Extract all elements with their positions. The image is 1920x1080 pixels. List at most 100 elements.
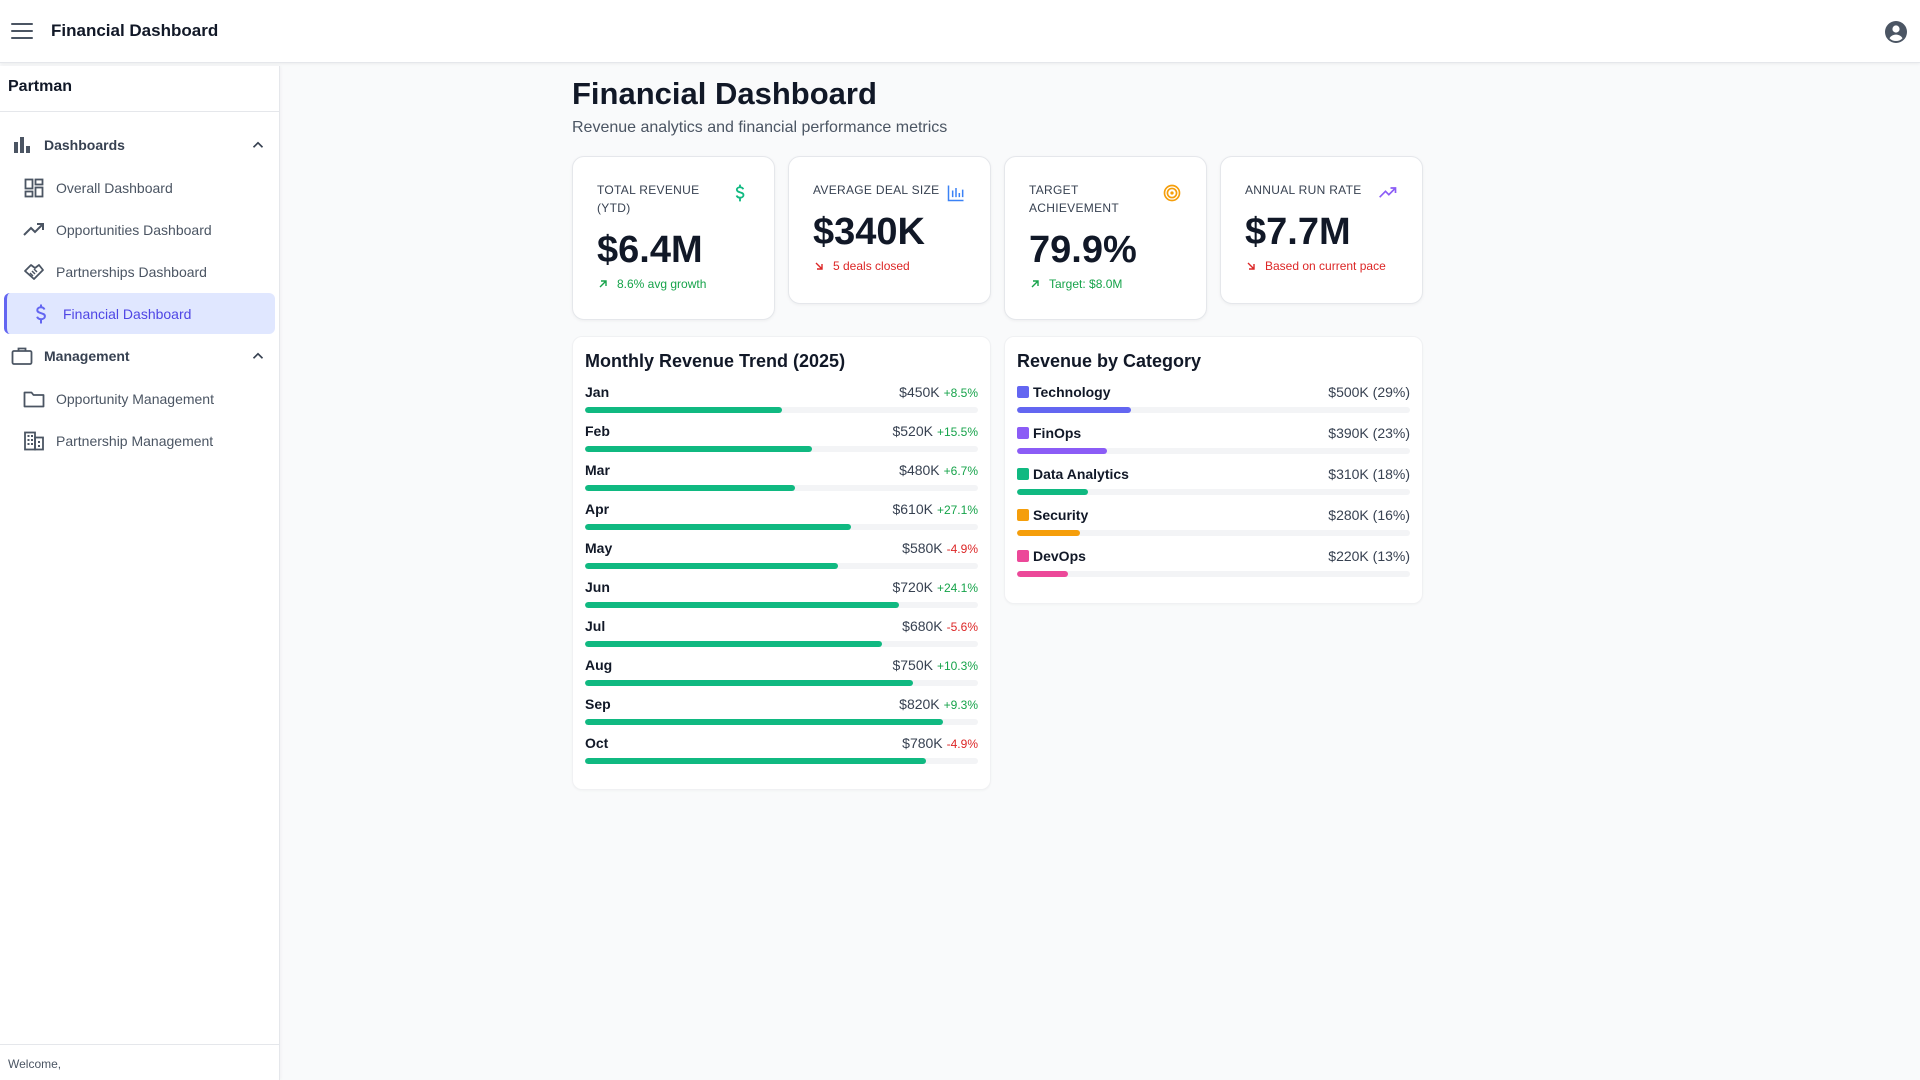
category-row: DevOps $220K (13%) <box>1017 546 1410 587</box>
revenue-bar-track <box>585 758 978 764</box>
category-revenue-card: Revenue by Category Technology $500K (29%… <box>1004 336 1423 604</box>
month-amount: $750K <box>892 657 933 673</box>
month-amount-group: $480K +6.7% <box>899 462 978 478</box>
kpi-card-annual-run-rate: ANNUAL RUN RATE $7.7M Based on current p… <box>1220 156 1423 304</box>
category-name-group: Data Analytics <box>1017 466 1129 482</box>
welcome-text: Welcome, <box>0 1044 280 1080</box>
category-name-group: Security <box>1017 507 1088 523</box>
month-change: +10.3% <box>936 659 978 673</box>
month-amount-group: $680K -5.6% <box>902 618 978 634</box>
kpi-subtext: Based on current pace <box>1245 259 1398 273</box>
revenue-bar-track <box>585 407 978 413</box>
category-revenue-list: Technology $500K (29%) FinOps $390K (23%) Da… <box>1017 382 1410 587</box>
account-circle-icon[interactable] <box>1884 20 1908 44</box>
category-bar-track <box>1017 530 1410 536</box>
category-row: Technology $500K (29%) <box>1017 382 1410 423</box>
nav-group-dashboards[interactable]: Dashboards <box>0 124 279 166</box>
hamburger-menu-icon[interactable] <box>11 23 33 39</box>
top-app-bar: Financial Dashboard <box>0 0 1920 63</box>
category-swatch <box>1017 468 1029 480</box>
monthly-revenue-row: Apr $610K +27.1% <box>585 499 978 538</box>
month-amount: $680K <box>902 618 943 634</box>
revenue-bar <box>585 758 926 764</box>
month-change: +9.3% <box>943 698 978 712</box>
revenue-bar-track <box>585 641 978 647</box>
revenue-bar-track <box>585 680 978 686</box>
kpi-value: $7.7M <box>1245 211 1351 253</box>
month-amount: $610K <box>892 501 933 517</box>
dashboard-grid-icon <box>24 178 44 197</box>
category-bar <box>1017 489 1088 495</box>
category-swatch <box>1017 386 1029 398</box>
month-change: +27.1% <box>936 503 978 517</box>
kpi-subtext: Target: $8.0M <box>1029 277 1182 291</box>
category-value: $500K (29%) <box>1328 384 1410 400</box>
month-label: Oct <box>585 735 609 751</box>
category-name: Data Analytics <box>1033 466 1129 482</box>
nav-group-label: Dashboards <box>44 137 125 153</box>
chevron-up-icon[interactable] <box>249 347 267 365</box>
sidebar-item-overall-dashboard[interactable]: Overall Dashboard <box>4 167 275 208</box>
category-bar-track <box>1017 448 1410 454</box>
bar-chart-icon <box>14 137 30 153</box>
category-bar <box>1017 530 1080 536</box>
month-change: +24.1% <box>936 581 978 595</box>
month-change: -4.9% <box>946 737 978 751</box>
category-swatch <box>1017 509 1029 521</box>
revenue-bar-track <box>585 446 978 452</box>
month-amount: $520K <box>892 423 933 439</box>
app-title: Financial Dashboard <box>51 21 219 40</box>
month-label: Sep <box>585 696 611 712</box>
month-amount-group: $780K -4.9% <box>902 735 978 751</box>
month-amount: $480K <box>899 462 940 478</box>
monthly-revenue-row: Feb $520K +15.5% <box>585 421 978 460</box>
sidebar-item-opportunity-management[interactable]: Opportunity Management <box>4 378 275 419</box>
category-name: Technology <box>1033 384 1111 400</box>
month-amount-group: $450K +8.5% <box>899 384 978 400</box>
kpi-subtext: 8.6% avg growth <box>597 277 750 291</box>
month-amount-group: $720K +24.1% <box>892 579 978 595</box>
revenue-bar-track <box>585 563 978 569</box>
revenue-bar <box>585 719 944 725</box>
month-amount: $720K <box>892 579 933 595</box>
revenue-bar-track <box>585 602 978 608</box>
month-change: +15.5% <box>936 425 978 439</box>
sidebar-item-partnership-management[interactable]: Partnership Management <box>4 420 275 461</box>
bar-chart-icon <box>947 185 964 202</box>
target-icon <box>1163 184 1181 202</box>
month-amount-group: $820K +9.3% <box>899 696 978 712</box>
sidebar-item-label: Partnerships Dashboard <box>56 263 207 280</box>
month-change: +8.5% <box>943 386 978 400</box>
kpi-value: $340K <box>813 211 925 253</box>
page-title: Financial Dashboard <box>572 76 877 111</box>
month-label: Apr <box>585 501 610 517</box>
sidebar-item-opportunities-dashboard[interactable]: Opportunities Dashboard <box>4 209 275 250</box>
revenue-bar <box>585 563 839 569</box>
sidebar-item-partnerships-dashboard[interactable]: Partnerships Dashboard <box>4 251 275 292</box>
category-bar-track <box>1017 489 1410 495</box>
month-amount-group: $520K +15.5% <box>892 423 978 439</box>
kpi-label: TARGET ACHIEVEMENT <box>1029 183 1119 215</box>
sidebar-item-financial-dashboard[interactable]: Financial Dashboard <box>4 293 275 334</box>
arrow-down-right-icon <box>815 262 823 270</box>
category-row: Security $280K (16%) <box>1017 505 1410 546</box>
monthly-revenue-row: Jan $450K +8.5% <box>585 382 978 421</box>
month-amount: $780K <box>902 735 943 751</box>
revenue-bar <box>585 407 782 413</box>
trending-up-icon <box>23 222 44 236</box>
monthly-revenue-row: Oct $780K -4.9% <box>585 733 978 772</box>
month-change: +6.7% <box>943 464 978 478</box>
monthly-revenue-row: Mar $480K +6.7% <box>585 460 978 499</box>
kpi-label: AVERAGE DEAL SIZE <box>813 183 940 197</box>
chevron-up-icon[interactable] <box>249 136 267 154</box>
revenue-bar <box>585 485 795 491</box>
kpi-value: $6.4M <box>597 229 703 271</box>
dollar-icon <box>36 304 46 323</box>
kpi-label: ANNUAL RUN RATE <box>1245 183 1362 197</box>
month-label: Jun <box>585 579 610 595</box>
category-name-group: DevOps <box>1017 548 1086 564</box>
month-amount-group: $750K +10.3% <box>892 657 978 673</box>
nav-group-management[interactable]: Management <box>0 335 279 377</box>
kpi-subtext: 5 deals closed <box>813 259 966 273</box>
month-label: Feb <box>585 423 610 439</box>
